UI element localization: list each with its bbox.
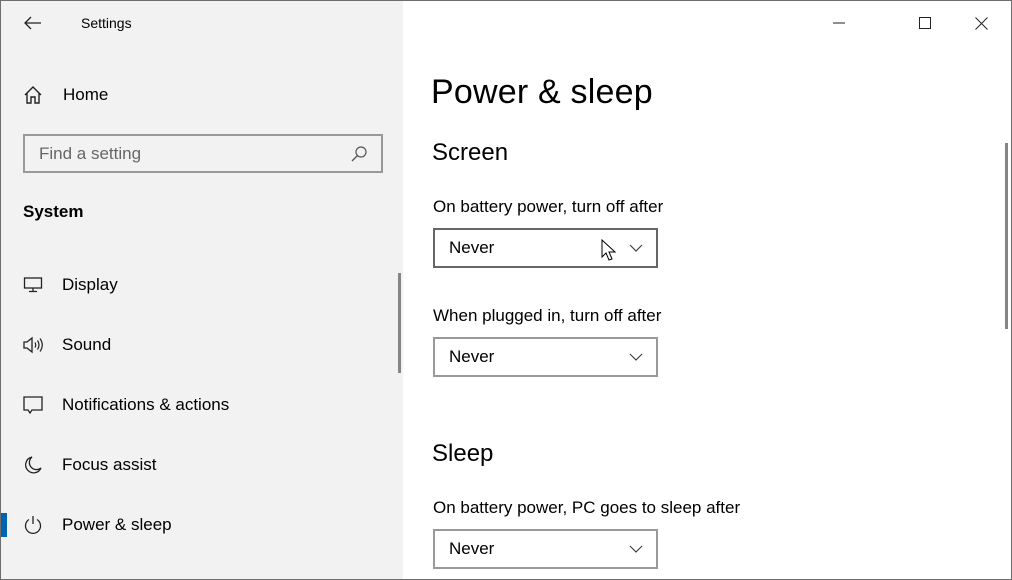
close-button[interactable] <box>953 1 1009 45</box>
sidebar-item-label: Focus assist <box>62 455 157 474</box>
minimize-button[interactable] <box>811 1 867 45</box>
dropdown-value: Never <box>449 347 495 366</box>
arrow-left-icon <box>24 16 41 30</box>
battery-sleep-dropdown[interactable]: Never <box>433 529 658 569</box>
section-title-sleep: Sleep <box>432 440 494 467</box>
plugged-screen-off-dropdown[interactable]: Never <box>433 337 658 377</box>
sidebar-item-label: Notifications & actions <box>62 395 230 414</box>
sidebar-item-label: Home <box>63 85 109 104</box>
search-icon[interactable] <box>349 144 369 164</box>
minimize-icon <box>833 22 845 24</box>
search-box[interactable] <box>23 134 383 173</box>
chevron-down-icon <box>628 240 644 256</box>
sidebar-item-focus-assist[interactable]: Focus assist <box>1 443 399 487</box>
page-title: Power & sleep <box>431 73 653 111</box>
notification-icon <box>21 393 45 417</box>
chevron-down-icon <box>628 349 644 365</box>
maximize-button[interactable] <box>897 1 953 45</box>
mouse-cursor-icon <box>601 239 617 261</box>
main-content: Power & sleep Screen On battery power, t… <box>403 1 1011 579</box>
battery-sleep-label: On battery power, PC goes to sleep after <box>433 498 741 517</box>
power-icon <box>21 513 45 537</box>
close-icon <box>974 16 988 30</box>
section-label: System <box>23 202 84 221</box>
sidebar-item-label: Display <box>62 275 118 294</box>
search-input[interactable] <box>39 143 349 164</box>
settings-window: Settings Home System Display Sound <box>0 0 1012 580</box>
sidebar-item-display[interactable]: Display <box>1 263 399 307</box>
section-title-screen: Screen <box>432 139 509 166</box>
sidebar-item-label: Sound <box>62 335 112 354</box>
sidebar-item-power-sleep[interactable]: Power & sleep <box>1 503 399 547</box>
battery-screen-off-label: On battery power, turn off after <box>433 197 664 216</box>
dropdown-value: Never <box>449 539 495 558</box>
sidebar-item-sound[interactable]: Sound <box>1 323 399 367</box>
battery-screen-off-dropdown[interactable]: Never <box>433 228 658 268</box>
monitor-icon <box>21 273 45 297</box>
back-button[interactable] <box>19 9 47 37</box>
speaker-icon <box>21 333 45 357</box>
moon-icon <box>21 453 45 477</box>
home-icon <box>21 83 45 107</box>
selection-indicator <box>1 513 7 537</box>
sidebar-item-notifications[interactable]: Notifications & actions <box>1 383 399 427</box>
chevron-down-icon <box>628 541 644 557</box>
plugged-screen-off-label: When plugged in, turn off after <box>433 306 662 325</box>
sidebar-item-label: Power & sleep <box>62 515 172 534</box>
sidebar-scrollbar[interactable] <box>398 273 401 373</box>
maximize-icon <box>919 17 931 29</box>
sidebar: Settings Home System Display Sound <box>1 1 403 579</box>
main-scrollbar[interactable] <box>1005 143 1008 329</box>
sidebar-item-home[interactable]: Home <box>21 81 108 109</box>
app-title: Settings <box>81 15 132 31</box>
